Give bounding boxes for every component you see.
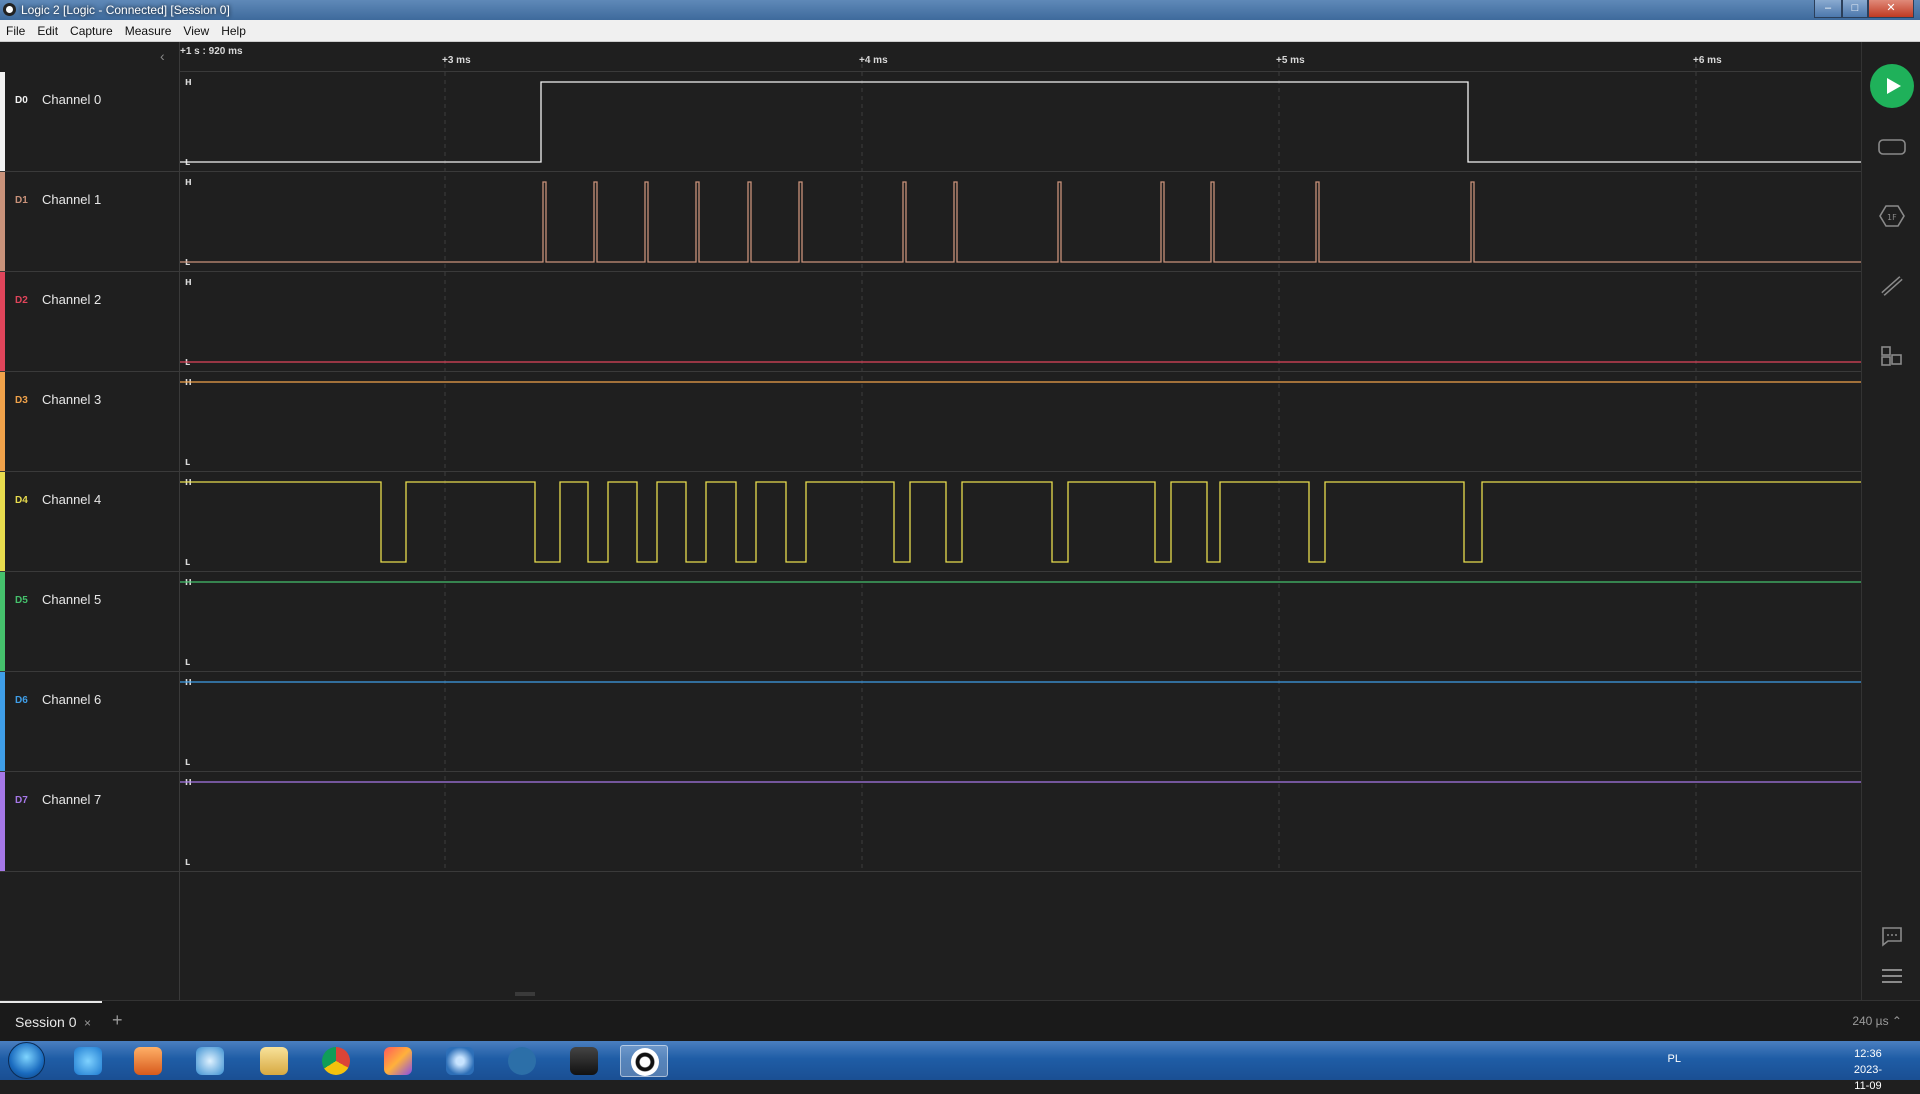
add-session-button[interactable]: + <box>112 1010 123 1031</box>
channel-tag: D6 <box>15 695 28 706</box>
session-bar: Session 0 × + 240 µs ⌃ <box>0 1000 1920 1041</box>
device-icon[interactable] <box>1878 137 1906 161</box>
channel-color-bar <box>0 72 5 171</box>
measurements-icon[interactable] <box>1878 274 1906 298</box>
menu-bar: File Edit Capture Measure View Help <box>0 20 1920 42</box>
channel-color-bar <box>0 672 5 771</box>
menu-view[interactable]: View <box>177 20 215 38</box>
feedback-icon[interactable] <box>1878 924 1906 948</box>
channel-row[interactable]: D5 Channel 5 <box>0 572 180 672</box>
level-label: L <box>185 558 190 567</box>
channel-color-bar <box>0 172 5 271</box>
extensions-icon[interactable] <box>1878 344 1906 368</box>
menu-file[interactable]: File <box>0 20 31 38</box>
channel-name[interactable]: Channel 2 <box>42 292 101 307</box>
channel-name[interactable]: Channel 6 <box>42 692 101 707</box>
menu-edit[interactable]: Edit <box>31 20 64 38</box>
paint-icon[interactable] <box>374 1045 422 1077</box>
level-label: L <box>185 858 190 867</box>
channel-tag: D4 <box>15 495 28 506</box>
channel-row[interactable]: D6 Channel 6 <box>0 672 180 772</box>
channel-name[interactable]: Channel 4 <box>42 492 101 507</box>
close-session-icon[interactable]: × <box>84 1016 91 1030</box>
logic-app-icon <box>3 3 16 16</box>
channel-color-bar <box>0 472 5 571</box>
chrome-icon[interactable] <box>312 1045 360 1077</box>
timebase-label[interactable]: 240 µs ⌃ <box>1852 1014 1902 1028</box>
waveform-canvas: HLHLHLHLHLHLHLHL <box>180 64 1861 996</box>
window-titlebar: Logic 2 [Logic - Connected] [Session 0] … <box>0 0 1920 20</box>
maximize-button[interactable]: □ <box>1842 0 1868 18</box>
menu-icon[interactable] <box>1878 964 1906 988</box>
level-label: H <box>185 178 192 187</box>
channel-list: ‹ D0 Channel 0 D1 Channel 1 D2 Channel 2 D3 Cha… <box>0 42 180 1000</box>
channel-waveform <box>180 481 1861 563</box>
waveform-area[interactable]: +1 s : 920 ms +3 ms +4 ms +5 ms +6 ms HL… <box>180 42 1861 1000</box>
level-label: H <box>185 78 192 87</box>
channel-color-bar <box>0 372 5 471</box>
level-label: L <box>185 458 190 467</box>
file-explorer-icon[interactable] <box>250 1045 298 1077</box>
level-label: L <box>185 658 190 667</box>
session-tab-label: Session 0 <box>15 1014 77 1030</box>
browser-globe-icon[interactable] <box>186 1045 234 1077</box>
mu-editor-icon[interactable] <box>498 1045 546 1077</box>
channel-name[interactable]: Channel 7 <box>42 792 101 807</box>
menu-measure[interactable]: Measure <box>119 20 178 38</box>
channel-tag: D1 <box>15 195 28 206</box>
channel-color-bar <box>0 772 5 871</box>
media-player-icon[interactable] <box>124 1045 172 1077</box>
channel-row[interactable]: D3 Channel 3 <box>0 372 180 472</box>
channel-name[interactable]: Channel 1 <box>42 192 101 207</box>
clock-time: 12:36 <box>1854 1048 1882 1060</box>
channel-tag: D7 <box>15 795 28 806</box>
close-window-button[interactable]: ✕ <box>1868 0 1914 18</box>
channel-name[interactable]: Channel 0 <box>42 92 101 107</box>
right-toolbar: 1F <box>1861 42 1920 1000</box>
clock[interactable]: 12:36 2023-11-09 <box>1854 1046 1882 1094</box>
dots-app-icon[interactable] <box>436 1045 484 1077</box>
windows-taskbar: PL 12:36 2023-11-09 <box>0 1041 1920 1092</box>
channel-waveform <box>180 181 1861 263</box>
channel-tag: D0 <box>15 95 28 106</box>
channel-row[interactable]: D2 Channel 2 <box>0 272 180 372</box>
minimize-button[interactable]: – <box>1814 0 1842 18</box>
channel-color-bar <box>0 572 5 671</box>
collapse-sidebar-icon[interactable]: ‹ <box>160 48 165 64</box>
video-editor-icon[interactable] <box>560 1045 608 1077</box>
logic-taskbar-icon[interactable] <box>620 1045 668 1077</box>
menu-help[interactable]: Help <box>215 20 252 38</box>
session-tab[interactable]: Session 0 × <box>0 1001 102 1041</box>
start-capture-button[interactable] <box>1870 64 1914 108</box>
channel-color-bar <box>0 272 5 371</box>
channel-name[interactable]: Channel 3 <box>42 392 101 407</box>
channel-waveform <box>180 81 1861 163</box>
clock-date: 2023-11-09 <box>1853 1064 1882 1092</box>
channel-row[interactable]: D7 Channel 7 <box>0 772 180 872</box>
channel-row[interactable]: D1 Channel 1 <box>0 172 180 272</box>
horizontal-scrollbar[interactable] <box>515 992 535 996</box>
capture-view: ‹ D0 Channel 0 D1 Channel 1 D2 Channel 2 D3 Cha… <box>0 42 1920 1000</box>
menu-capture[interactable]: Capture <box>64 20 119 38</box>
window-title: Logic 2 [Logic - Connected] [Session 0] <box>21 3 230 17</box>
language-indicator[interactable]: PL <box>1668 1053 1681 1065</box>
analyzers-icon[interactable]: 1F <box>1878 204 1906 228</box>
channel-tag: D2 <box>15 295 28 306</box>
channel-row[interactable]: D4 Channel 4 <box>0 472 180 572</box>
channel-name[interactable]: Channel 5 <box>42 592 101 607</box>
start-button[interactable] <box>8 1042 45 1079</box>
channel-tag: D3 <box>15 395 28 406</box>
level-label: H <box>185 278 192 287</box>
svg-text:1F: 1F <box>1887 213 1897 222</box>
channel-row[interactable]: D0 Channel 0 <box>0 72 180 172</box>
internet-explorer-icon[interactable] <box>64 1045 112 1077</box>
channel-tag: D5 <box>15 595 28 606</box>
level-label: L <box>185 758 190 767</box>
